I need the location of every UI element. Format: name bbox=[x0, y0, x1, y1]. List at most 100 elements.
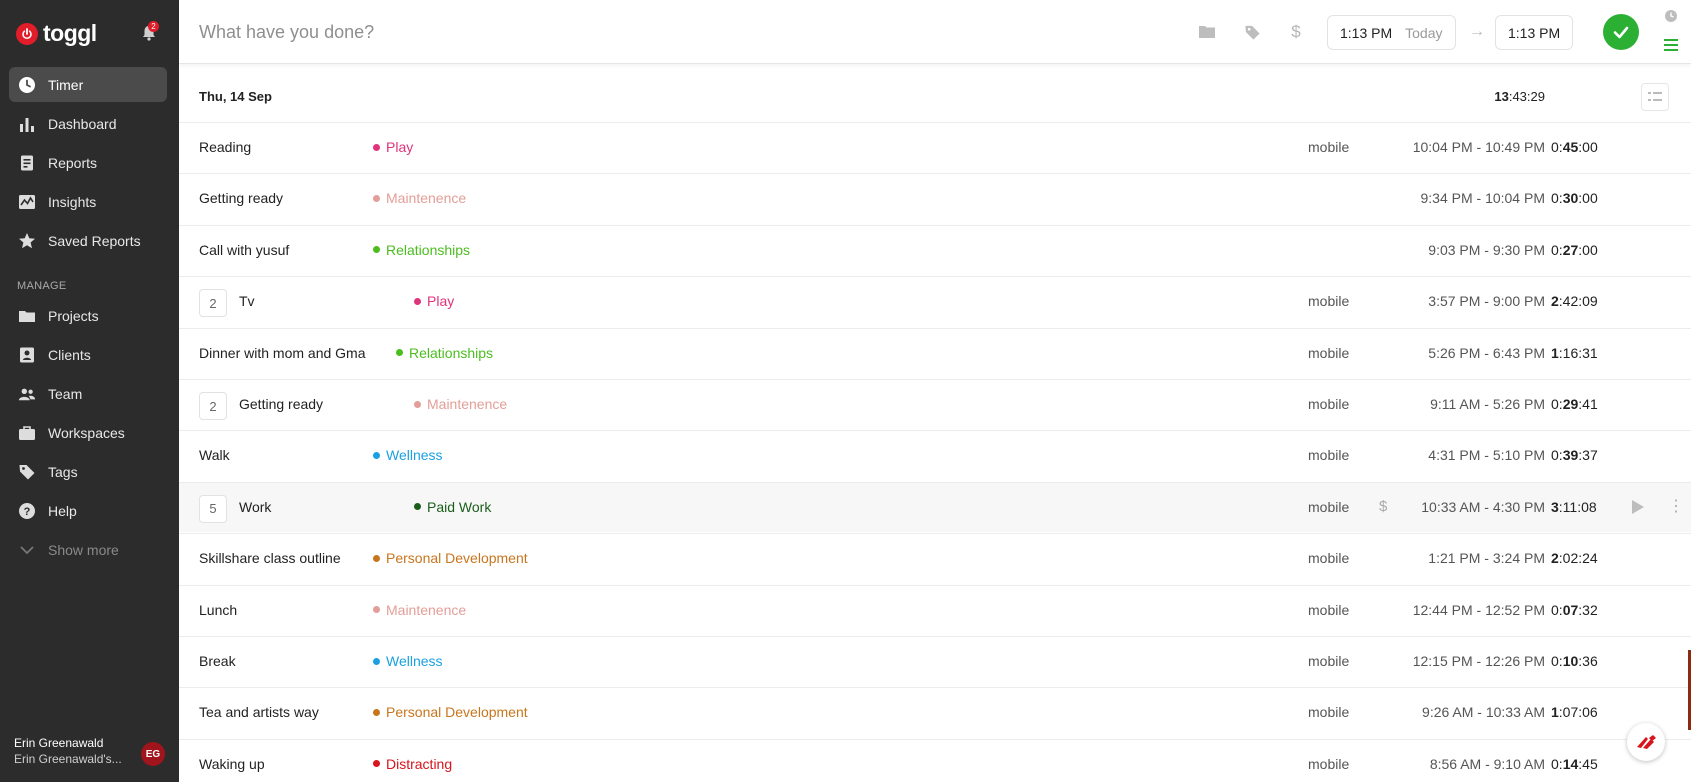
entry-duration[interactable]: 0:30:00 bbox=[1551, 190, 1609, 206]
time-entry-row[interactable]: Call with yusuf Relationships 9:03 PM - 9:… bbox=[179, 224, 1691, 275]
description-input[interactable] bbox=[199, 18, 799, 46]
more-options-icon[interactable]: ⋮ bbox=[1668, 498, 1684, 515]
entry-duration[interactable]: 2:02:24 bbox=[1551, 550, 1609, 566]
avatar[interactable]: EG bbox=[141, 742, 165, 766]
entry-description[interactable]: Lunch bbox=[199, 602, 237, 618]
entry-duration[interactable]: 0:29:41 bbox=[1551, 396, 1609, 412]
time-entry-row[interactable]: Lunch Maintenence mobile 12:44 PM - 12:52 P… bbox=[179, 584, 1691, 635]
entry-description[interactable]: Break bbox=[199, 653, 236, 669]
time-entry-row[interactable]: Getting ready Maintenence 9:34 PM - 10:04 … bbox=[179, 173, 1691, 223]
entry-description[interactable]: Work bbox=[239, 499, 271, 515]
entry-time-range[interactable]: 10:04 PM - 10:49 PM bbox=[1339, 139, 1545, 155]
entry-description[interactable]: Getting ready bbox=[199, 190, 283, 206]
sidebar-item-team[interactable]: Team bbox=[9, 376, 167, 411]
time-entry-row[interactable]: Dinner with mom and Gma Relationships mobi… bbox=[179, 327, 1691, 378]
entry-description[interactable]: Skillshare class outline bbox=[199, 550, 341, 566]
sidebar-item-show-more[interactable]: Show more bbox=[9, 532, 167, 567]
entry-project[interactable]: Maintenence bbox=[414, 396, 507, 412]
sidebar-item-help[interactable]: ? Help bbox=[9, 493, 167, 528]
entry-time-range[interactable]: 1:21 PM - 3:24 PM bbox=[1339, 550, 1545, 566]
time-entry-row[interactable]: 2 Tv Play mobile 3:57 PM - 9:00 PM 2:42:09 bbox=[179, 276, 1691, 326]
entry-time-range[interactable]: 9:11 AM - 5:26 PM bbox=[1339, 396, 1545, 412]
sidebar-item-tags[interactable]: Tags bbox=[9, 454, 167, 489]
save-entry-button[interactable] bbox=[1603, 14, 1639, 50]
entry-duration[interactable]: 0:10:36 bbox=[1551, 653, 1609, 669]
bulk-edit-icon[interactable] bbox=[1641, 83, 1669, 111]
toggl-track-button[interactable] bbox=[1627, 723, 1665, 761]
entry-project[interactable]: Paid Work bbox=[414, 499, 491, 515]
toggl-logo[interactable]: toggl bbox=[16, 20, 97, 47]
entry-time-range[interactable]: 8:56 AM - 9:10 AM bbox=[1339, 756, 1545, 772]
entry-duration[interactable]: 2:42:09 bbox=[1551, 293, 1609, 309]
start-time-field[interactable]: 1:13 PM Today bbox=[1327, 15, 1456, 50]
entry-duration[interactable]: 0:45:00 bbox=[1551, 139, 1609, 155]
entry-duration[interactable]: 1:16:31 bbox=[1551, 345, 1609, 361]
time-entries-list: Thu, 14 Sep 13:43:29 Reading Play mobile 10… bbox=[179, 72, 1691, 782]
entry-time-range[interactable]: 5:26 PM - 6:43 PM bbox=[1339, 345, 1545, 361]
tag-icon[interactable] bbox=[1242, 22, 1262, 42]
entry-duration[interactable]: 1:07:06 bbox=[1551, 704, 1609, 720]
sidebar-item-reports[interactable]: Reports bbox=[9, 145, 167, 180]
entry-description[interactable]: Dinner with mom and Gma bbox=[199, 345, 366, 361]
duration-bold-part: 14 bbox=[1562, 755, 1579, 772]
entry-duration[interactable]: 0:27:00 bbox=[1551, 242, 1609, 258]
entry-project[interactable]: Personal Development bbox=[373, 550, 528, 566]
entry-description[interactable]: Waking up bbox=[199, 756, 265, 772]
entry-project[interactable]: Relationships bbox=[396, 345, 493, 361]
group-count-toggle[interactable]: 2 bbox=[199, 392, 227, 420]
sidebar-item-projects[interactable]: Projects bbox=[9, 298, 167, 333]
time-entry-row[interactable]: Tea and artists way Personal Development m… bbox=[179, 687, 1691, 737]
entry-duration[interactable]: 3:11:08 bbox=[1551, 499, 1609, 515]
entry-description[interactable]: Call with yusuf bbox=[199, 242, 289, 258]
entry-time-range[interactable]: 12:44 PM - 12:52 PM bbox=[1339, 602, 1545, 618]
entry-project[interactable]: Play bbox=[414, 293, 454, 309]
sidebar-item-clients[interactable]: Clients bbox=[9, 337, 167, 372]
entry-time-range[interactable]: 9:26 AM - 10:33 AM bbox=[1339, 704, 1545, 720]
entry-duration[interactable]: 0:39:37 bbox=[1551, 447, 1609, 463]
entry-project[interactable]: Wellness bbox=[373, 447, 443, 463]
manual-mode-icon[interactable] bbox=[1664, 38, 1678, 57]
end-time-field[interactable]: 1:13 PM bbox=[1495, 15, 1574, 50]
time-entry-row[interactable]: 5 Work Paid Work mobile $10:33 AM - 4:30 PM 3… bbox=[179, 481, 1691, 532]
entry-description[interactable]: Tv bbox=[239, 293, 255, 309]
entry-project[interactable]: Relationships bbox=[373, 242, 470, 258]
entry-time-range[interactable]: 12:15 PM - 12:26 PM bbox=[1339, 653, 1545, 669]
entry-description[interactable]: Tea and artists way bbox=[199, 704, 319, 720]
clock-icon bbox=[18, 76, 36, 94]
folder-icon[interactable] bbox=[1197, 22, 1217, 42]
entry-time-range[interactable]: 3:57 PM - 9:00 PM bbox=[1339, 293, 1545, 309]
group-count-toggle[interactable]: 2 bbox=[199, 289, 227, 318]
entry-project[interactable]: Distracting bbox=[373, 756, 452, 772]
time-entry-row[interactable]: 2 Getting ready Maintenence mobile 9:11 AM -… bbox=[179, 379, 1691, 429]
play-icon[interactable] bbox=[1631, 499, 1645, 518]
entry-description[interactable]: Getting ready bbox=[239, 396, 323, 412]
time-entry-row[interactable]: Skillshare class outline Personal Develop… bbox=[179, 533, 1691, 583]
entry-project[interactable]: Maintenence bbox=[373, 602, 466, 618]
entry-project[interactable]: Wellness bbox=[373, 653, 443, 669]
timer-mode-icon[interactable] bbox=[1664, 9, 1678, 28]
time-entry-row[interactable]: Break Wellness mobile 12:15 PM - 12:26 PM 0:… bbox=[179, 636, 1691, 686]
entry-description[interactable]: Walk bbox=[199, 447, 230, 463]
entry-duration[interactable]: 0:14:45 bbox=[1551, 756, 1609, 772]
entry-description[interactable]: Reading bbox=[199, 139, 251, 155]
sidebar-item-workspaces[interactable]: Workspaces bbox=[9, 415, 167, 450]
entry-duration[interactable]: 0:07:32 bbox=[1551, 602, 1609, 618]
billable-dollar-icon[interactable]: $ bbox=[1286, 22, 1306, 42]
group-count-toggle[interactable]: 5 bbox=[199, 494, 227, 523]
sidebar-item-insights[interactable]: Insights bbox=[9, 184, 167, 219]
sidebar-item-saved-reports[interactable]: Saved Reports bbox=[9, 223, 167, 258]
entry-time-range[interactable]: 4:31 PM - 5:10 PM bbox=[1339, 447, 1545, 463]
time-entry-row[interactable]: Walk Wellness mobile 4:31 PM - 5:10 PM 0:39:… bbox=[179, 430, 1691, 480]
sidebar-item-dashboard[interactable]: Dashboard bbox=[9, 106, 167, 141]
entry-time-range[interactable]: 9:34 PM - 10:04 PM bbox=[1339, 190, 1545, 206]
entry-time-range[interactable]: 10:33 AM - 4:30 PM bbox=[1339, 499, 1545, 515]
time-entry-row[interactable]: Waking up Distracting mobile 8:56 AM - 9:10… bbox=[179, 738, 1691, 782]
sidebar-item-timer[interactable]: Timer bbox=[9, 67, 167, 102]
entry-time-range[interactable]: 9:03 PM - 9:30 PM bbox=[1339, 242, 1545, 258]
entry-project[interactable]: Play bbox=[373, 139, 413, 155]
entry-project[interactable]: Personal Development bbox=[373, 704, 528, 720]
project-label: Relationships bbox=[409, 344, 494, 361]
entry-project[interactable]: Maintenence bbox=[373, 190, 466, 206]
time-entry-row[interactable]: Reading Play mobile 10:04 PM - 10:49 PM 0:45… bbox=[179, 122, 1691, 172]
user-profile[interactable]: Erin Greenawald Erin Greenawald's... bbox=[14, 736, 134, 766]
